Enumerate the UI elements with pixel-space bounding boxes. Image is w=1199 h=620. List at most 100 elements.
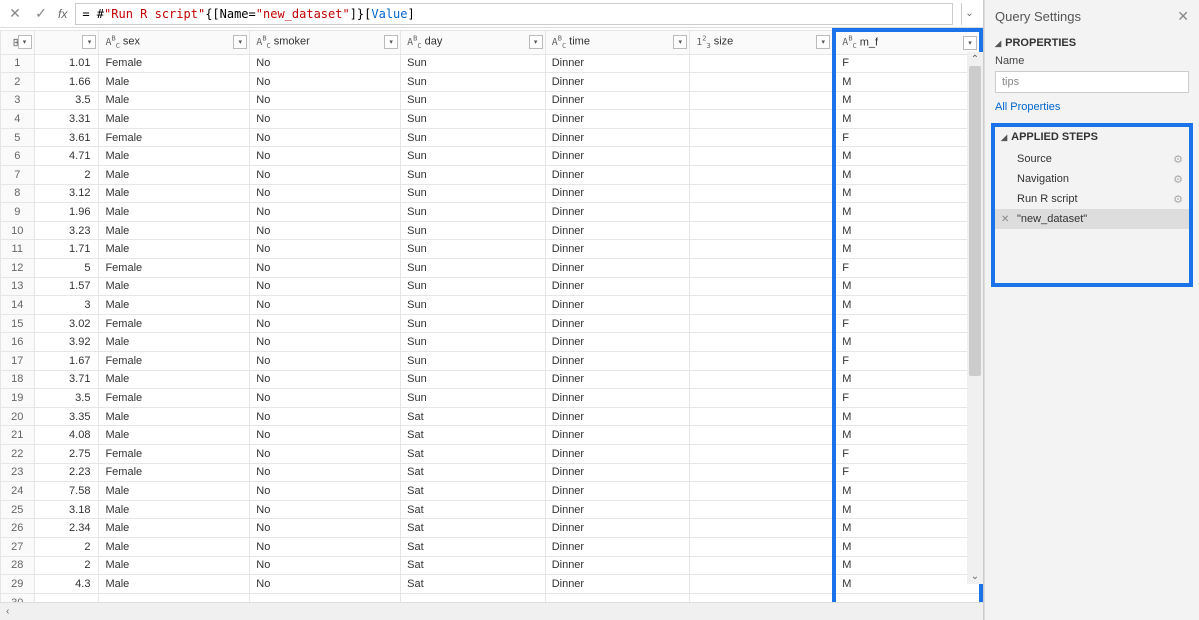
cell[interactable]: Female: [99, 463, 250, 482]
cell[interactable]: No: [250, 259, 401, 278]
cell[interactable]: [34, 593, 99, 602]
cell[interactable]: M: [834, 203, 981, 222]
row-number[interactable]: 8: [1, 184, 35, 203]
row-number[interactable]: 23: [1, 463, 35, 482]
cell[interactable]: Male: [99, 73, 250, 92]
cell[interactable]: Male: [99, 296, 250, 315]
cell[interactable]: Male: [99, 537, 250, 556]
cell[interactable]: No: [250, 128, 401, 147]
row-number[interactable]: 21: [1, 426, 35, 445]
cell[interactable]: [690, 463, 835, 482]
cell[interactable]: Dinner: [545, 91, 690, 110]
cell[interactable]: Dinner: [545, 426, 690, 445]
cell[interactable]: Male: [99, 240, 250, 259]
cell[interactable]: Dinner: [545, 556, 690, 575]
cell[interactable]: 3.61: [34, 128, 99, 147]
cell[interactable]: Sat: [401, 537, 546, 556]
table-row[interactable]: 262.34MaleNoSatDinnerM: [1, 519, 982, 538]
table-row[interactable]: 171.67FemaleNoSunDinnerF: [1, 352, 982, 371]
cell[interactable]: [690, 500, 835, 519]
cell[interactable]: Sun: [401, 54, 546, 73]
column-header-tip[interactable]: ▾: [34, 30, 99, 54]
cell[interactable]: Male: [99, 203, 250, 222]
delete-step-icon[interactable]: ✕: [1001, 214, 1009, 225]
table-row[interactable]: 43.31MaleNoSunDinnerM: [1, 110, 982, 129]
applied-step-item[interactable]: Run R script⚙: [995, 189, 1189, 209]
table-row[interactable]: 11.01FemaleNoSunDinnerF: [1, 54, 982, 73]
commit-formula-icon[interactable]: ✓: [32, 5, 50, 23]
cell[interactable]: Male: [99, 482, 250, 501]
cell[interactable]: No: [250, 333, 401, 352]
table-row[interactable]: 203.35MaleNoSatDinnerM: [1, 407, 982, 426]
cell[interactable]: M: [834, 537, 981, 556]
cell[interactable]: 1.71: [34, 240, 99, 259]
cell[interactable]: [690, 444, 835, 463]
cell[interactable]: 3.23: [34, 221, 99, 240]
row-number[interactable]: 7: [1, 166, 35, 185]
cell[interactable]: Sun: [401, 110, 546, 129]
column-header-sex[interactable]: ABCsex▾: [99, 30, 250, 54]
cell[interactable]: Female: [99, 128, 250, 147]
cell[interactable]: No: [250, 537, 401, 556]
cell[interactable]: No: [250, 389, 401, 408]
row-number[interactable]: 16: [1, 333, 35, 352]
cell[interactable]: 1.66: [34, 73, 99, 92]
cell[interactable]: [690, 277, 835, 296]
cell[interactable]: M: [834, 482, 981, 501]
cell[interactable]: M: [834, 221, 981, 240]
cell[interactable]: Dinner: [545, 352, 690, 371]
cell[interactable]: Dinner: [545, 277, 690, 296]
cell[interactable]: [690, 296, 835, 315]
cell[interactable]: Sun: [401, 296, 546, 315]
cell[interactable]: Dinner: [545, 500, 690, 519]
cell[interactable]: 3.02: [34, 314, 99, 333]
cell[interactable]: No: [250, 73, 401, 92]
formula-expand-icon[interactable]: ⌄: [961, 3, 977, 25]
cell[interactable]: Dinner: [545, 73, 690, 92]
cell[interactable]: 4.08: [34, 426, 99, 445]
table-corner[interactable]: ⊞▾: [1, 30, 35, 54]
all-properties-link[interactable]: All Properties: [995, 101, 1189, 113]
table-row[interactable]: 214.08MaleNoSatDinnerM: [1, 426, 982, 445]
table-row[interactable]: 72MaleNoSunDinnerM: [1, 166, 982, 185]
cell[interactable]: 1.96: [34, 203, 99, 222]
cell[interactable]: Sun: [401, 147, 546, 166]
cell[interactable]: [690, 54, 835, 73]
close-panel-icon[interactable]: ✕: [1177, 8, 1189, 25]
cell[interactable]: Dinner: [545, 221, 690, 240]
cell[interactable]: No: [250, 91, 401, 110]
cell[interactable]: 2: [34, 166, 99, 185]
cell[interactable]: Sun: [401, 370, 546, 389]
cell[interactable]: M: [834, 519, 981, 538]
cell[interactable]: Dinner: [545, 407, 690, 426]
chevron-down-icon[interactable]: ▾: [82, 35, 96, 49]
cell[interactable]: M: [834, 147, 981, 166]
cell[interactable]: F: [834, 128, 981, 147]
cell[interactable]: M: [834, 556, 981, 575]
cell[interactable]: 2.34: [34, 519, 99, 538]
horizontal-scrollbar[interactable]: ‹: [0, 602, 983, 620]
row-number[interactable]: 12: [1, 259, 35, 278]
cell[interactable]: No: [250, 314, 401, 333]
table-row[interactable]: 125FemaleNoSunDinnerF: [1, 259, 982, 278]
cell[interactable]: Dinner: [545, 370, 690, 389]
cell[interactable]: Sat: [401, 426, 546, 445]
table-row[interactable]: 103.23MaleNoSunDinnerM: [1, 221, 982, 240]
cell[interactable]: M: [834, 240, 981, 259]
cell[interactable]: No: [250, 277, 401, 296]
cell[interactable]: Dinner: [545, 184, 690, 203]
table-row[interactable]: 83.12MaleNoSunDinnerM: [1, 184, 982, 203]
cell[interactable]: 2.23: [34, 463, 99, 482]
cell[interactable]: [401, 593, 546, 602]
cell[interactable]: Male: [99, 147, 250, 166]
column-header-smoker[interactable]: ABCsmoker▾: [250, 30, 401, 54]
cell[interactable]: Male: [99, 500, 250, 519]
cell[interactable]: Sun: [401, 73, 546, 92]
cell[interactable]: No: [250, 184, 401, 203]
cell[interactable]: M: [834, 277, 981, 296]
table-row[interactable]: 222.75FemaleNoSatDinnerF: [1, 444, 982, 463]
cell[interactable]: 3.92: [34, 333, 99, 352]
cell[interactable]: Sun: [401, 259, 546, 278]
row-number[interactable]: 28: [1, 556, 35, 575]
row-number[interactable]: 1: [1, 54, 35, 73]
